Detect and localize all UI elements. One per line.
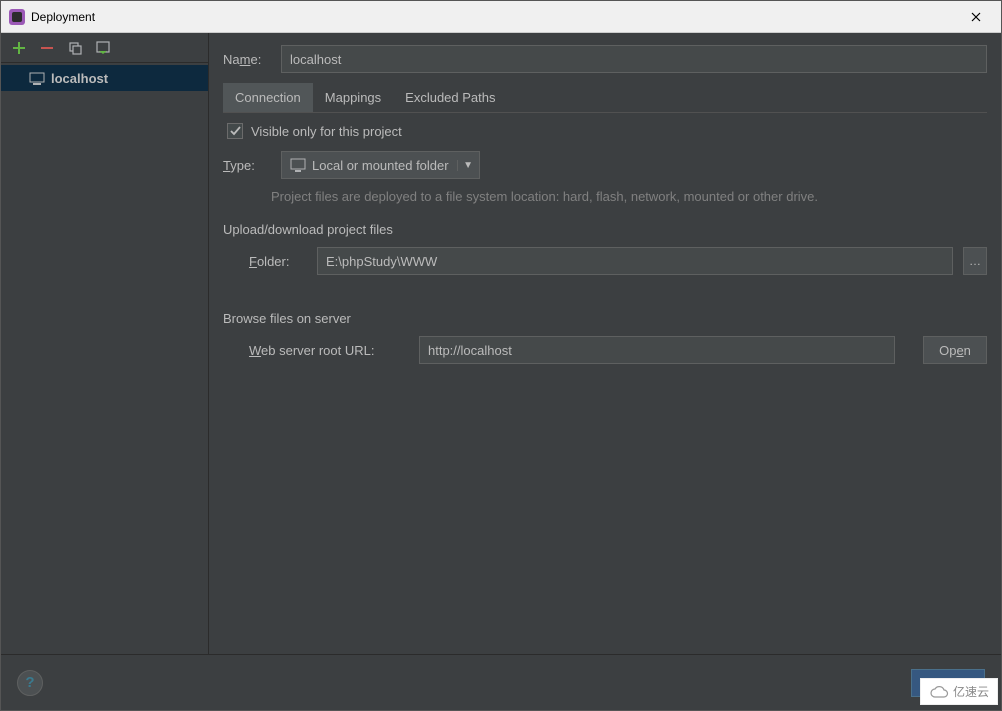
visible-only-label: Visible only for this project — [251, 124, 402, 139]
remove-server-button[interactable] — [39, 40, 55, 56]
add-server-button[interactable] — [11, 40, 27, 56]
open-url-button[interactable]: Open — [923, 336, 987, 364]
deployment-window: Deployment — [0, 0, 1002, 711]
titlebar: Deployment — [1, 1, 1001, 33]
sidebar-item-label: localhost — [51, 71, 108, 86]
visible-only-checkbox[interactable] — [227, 123, 243, 139]
dialog-body: localhost Name: Connection Mappings Excl… — [1, 33, 1001, 654]
folder-label: Folder: — [249, 254, 307, 269]
main-panel: Name: Connection Mappings Excluded Paths… — [209, 33, 1001, 654]
sidebar: localhost — [1, 33, 209, 654]
name-label: Name: — [223, 52, 271, 67]
phpstorm-icon — [9, 9, 25, 25]
close-button[interactable] — [953, 2, 999, 32]
tab-excluded-paths[interactable]: Excluded Paths — [393, 83, 507, 112]
copy-server-button[interactable] — [67, 40, 83, 56]
help-icon: ? — [25, 674, 34, 691]
type-value: Local or mounted folder — [312, 158, 449, 173]
type-hint: Project files are deployed to a file sys… — [223, 189, 987, 204]
ellipsis-icon: … — [969, 254, 981, 268]
help-button[interactable]: ? — [17, 670, 43, 696]
window-title: Deployment — [31, 10, 95, 24]
url-label: Web server root URL: — [249, 343, 409, 358]
type-combo[interactable]: Local or mounted folder ▼ — [281, 151, 480, 179]
name-input[interactable] — [281, 45, 987, 73]
watermark: 亿速云 — [920, 678, 998, 705]
tab-connection[interactable]: Connection — [223, 83, 313, 112]
tab-mappings[interactable]: Mappings — [313, 83, 393, 112]
type-label: Type: — [223, 158, 271, 173]
sidebar-item-localhost[interactable]: localhost — [1, 65, 208, 91]
sidebar-toolbar — [1, 33, 208, 63]
folder-input[interactable] — [317, 247, 953, 275]
watermark-text: 亿速云 — [953, 683, 989, 700]
mark-default-button[interactable] — [95, 40, 111, 56]
browse-section-title: Browse files on server — [223, 311, 987, 326]
server-icon — [29, 70, 45, 86]
dialog-footer: ? OK — [1, 654, 1001, 710]
cloud-icon — [929, 685, 949, 699]
url-input[interactable] — [419, 336, 895, 364]
chevron-down-icon: ▼ — [457, 160, 479, 171]
upload-section-title: Upload/download project files — [223, 222, 987, 237]
browse-folder-button[interactable]: … — [963, 247, 987, 275]
settings-tabs: Connection Mappings Excluded Paths — [223, 83, 987, 113]
server-list: localhost — [1, 63, 208, 654]
monitor-icon — [290, 157, 306, 173]
